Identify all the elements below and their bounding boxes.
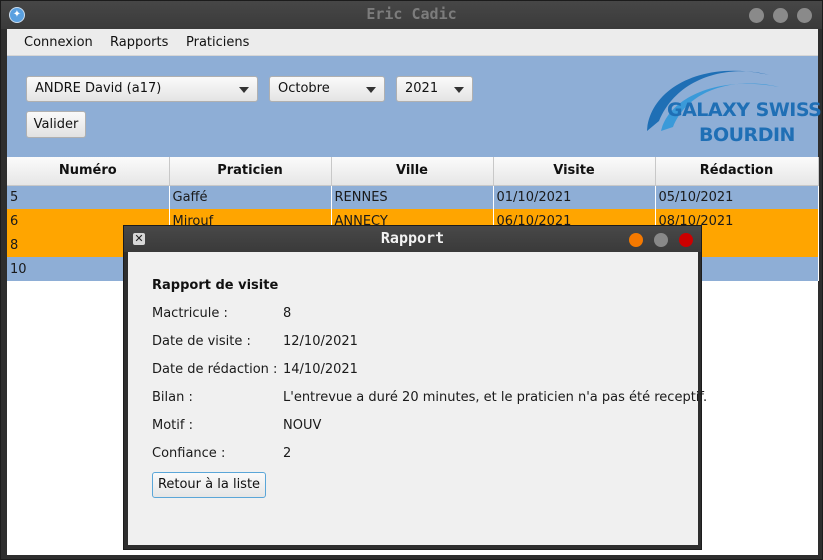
logo-text-line1: GALAXY SWISS	[667, 99, 822, 121]
motif-value: NOUV	[283, 418, 322, 433]
close-button[interactable]	[797, 8, 812, 23]
visitor-select[interactable]: ANDRE David (a17)	[26, 76, 258, 102]
dialog-body: Rapport de visite Mactricule : 8 Date de…	[128, 252, 707, 545]
minimize-button[interactable]	[749, 8, 764, 23]
matricule-label: Mactricule :	[152, 306, 228, 321]
dialog-close-button[interactable]	[679, 233, 693, 247]
table-cell: 01/10/2021	[493, 185, 656, 209]
column-header-visite[interactable]: Visite	[493, 157, 656, 186]
month-select-value: Octobre	[278, 81, 330, 96]
chevron-down-icon	[454, 87, 464, 93]
title-bar[interactable]: ✦ Eric Cadic	[1, 1, 822, 29]
year-select-value: 2021	[405, 81, 439, 96]
column-header-ville[interactable]: Ville	[331, 157, 494, 186]
logo-text-line2: BOURDIN	[699, 124, 795, 146]
validate-button[interactable]: Valider	[26, 111, 86, 138]
visit-date-value: 12/10/2021	[283, 334, 358, 349]
confidence-value: 2	[283, 446, 292, 461]
menu-praticiens[interactable]: Praticiens	[186, 35, 249, 50]
table-header: Numéro Praticien Ville Visite Rédaction	[7, 157, 819, 186]
window-title: Eric Cadic	[366, 5, 457, 23]
month-select[interactable]: Octobre	[269, 76, 385, 102]
column-header-numero[interactable]: Numéro	[7, 157, 170, 186]
maximize-button[interactable]	[773, 8, 788, 23]
dialog-title-bar[interactable]: ✕ Rapport	[124, 226, 701, 252]
matricule-value: 8	[283, 306, 292, 321]
chevron-down-icon	[366, 87, 376, 93]
report-dialog: ✕ Rapport Rapport de visite Mactricule :…	[123, 225, 707, 550]
menu-connexion[interactable]: Connexion	[24, 35, 93, 50]
column-header-praticien[interactable]: Praticien	[169, 157, 332, 186]
bilan-value: L'entrevue a duré 20 minutes, et le prat…	[283, 390, 708, 405]
menu-rapports[interactable]: Rapports	[110, 35, 168, 50]
back-to-list-button[interactable]: Retour à la liste	[152, 472, 266, 498]
year-select[interactable]: 2021	[396, 76, 473, 102]
table-cell: 5	[7, 185, 170, 209]
dialog-heading: Rapport de visite	[152, 278, 279, 293]
company-logo: GALAXY SWISS BOURDIN	[639, 61, 822, 153]
column-header-redaction[interactable]: Rédaction	[655, 157, 819, 186]
dialog-title: Rapport	[380, 229, 445, 247]
window-border	[7, 555, 818, 559]
chevron-down-icon	[239, 87, 249, 93]
visitor-select-value: ANDRE David (a17)	[35, 81, 162, 96]
writing-date-label: Date de rédaction :	[152, 362, 278, 377]
dialog-minimize-button[interactable]	[629, 233, 643, 247]
writing-date-value: 14/10/2021	[283, 362, 358, 377]
bilan-label: Bilan :	[152, 390, 193, 405]
confidence-label: Confiance :	[152, 446, 226, 461]
table-cell: 05/10/2021	[655, 185, 819, 209]
table-row[interactable]: 5 Gaffé RENNES 01/10/2021 05/10/2021	[7, 185, 819, 209]
table-cell: RENNES	[331, 185, 494, 209]
menu-bar: Connexion Rapports Praticiens	[7, 29, 818, 56]
visit-date-label: Date de visite :	[152, 334, 251, 349]
dialog-maximize-button[interactable]	[654, 233, 668, 247]
filter-panel: ANDRE David (a17) Octobre 2021 Valider G…	[7, 56, 822, 157]
table-cell: Gaffé	[169, 185, 332, 209]
motif-label: Motif :	[152, 418, 193, 433]
